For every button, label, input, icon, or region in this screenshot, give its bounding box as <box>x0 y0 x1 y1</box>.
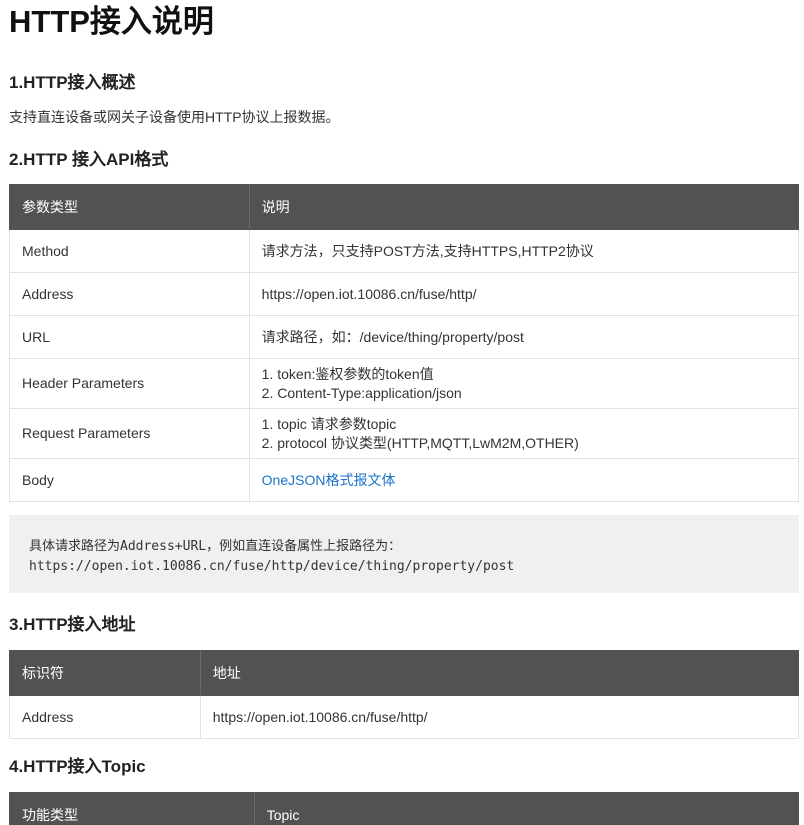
param-key: Method <box>9 229 250 273</box>
section-1-text: 支持直连设备或网关子设备使用HTTP协议上报数据。 <box>9 109 340 125</box>
table-header-row: 标识符 地址 <box>9 650 800 696</box>
param-desc: 请求方法，只支持POST方法,支持HTTPS,HTTP2协议 <box>248 229 800 273</box>
param-key: URL <box>9 315 250 359</box>
section-2-heading: 2.HTTP 接入API格式 <box>9 150 169 169</box>
table-row: Body OneJSON格式报文体 <box>9 458 800 502</box>
section-3-heading: 3.HTTP接入地址 <box>9 615 136 634</box>
table-header-cell: 标识符 <box>9 650 201 696</box>
identifier-cell: Address <box>9 695 201 739</box>
param-desc: OneJSON格式报文体 <box>248 458 800 502</box>
page-title: HTTP接入说明 <box>9 4 214 39</box>
param-desc-line: 请求方法，只支持POST方法,支持HTTPS,HTTP2协议 <box>261 242 594 259</box>
param-desc-line: 2. protocol 协议类型(HTTP,MQTT,LwM2M,OTHER) <box>261 434 579 451</box>
table-header-cell: 功能类型 <box>9 792 255 825</box>
onejson-link[interactable]: OneJSON格式报文体 <box>262 472 396 488</box>
param-desc: https://open.iot.10086.cn/fuse/http/ <box>248 272 800 316</box>
table-header-cell: 说明 <box>248 184 800 230</box>
param-key: Request Parameters <box>9 408 250 459</box>
table-header-row: 功能类型 Topic <box>9 792 800 825</box>
table-header-cell: Topic <box>253 792 800 825</box>
api-format-table: 参数类型 说明 Method 请求方法，只支持POST方法,支持HTTPS,HT… <box>9 184 800 502</box>
table-header-row: 参数类型 说明 <box>9 184 800 230</box>
param-desc-line: https://open.iot.10086.cn/fuse/http/ <box>261 285 477 302</box>
param-desc: 1. topic 请求参数topic 2. protocol 协议类型(HTTP… <box>248 408 800 459</box>
param-desc: 请求路径，如：/device/thing/property/post <box>248 315 800 359</box>
param-desc-line: 2. Content-Type:application/json <box>261 384 462 401</box>
table-header-cell: 地址 <box>199 650 800 696</box>
param-desc-line: 请求路径，如：/device/thing/property/post <box>261 328 524 345</box>
note-line: 具体请求路径为Address+URL，例如直连设备属性上报路径为： <box>29 539 402 554</box>
table-row: URL 请求路径，如：/device/thing/property/post <box>9 315 800 359</box>
param-desc-line: 1. topic 请求参数topic <box>261 415 397 432</box>
table-row: Method 请求方法，只支持POST方法,支持HTTPS,HTTP2协议 <box>9 229 800 273</box>
param-desc: 1. token:鉴权参数的token值 2. Content-Type:app… <box>248 358 800 409</box>
table-header-cell: 参数类型 <box>9 184 250 230</box>
param-desc-line: 1. token:鉴权参数的token值 <box>261 365 434 382</box>
address-table: 标识符 地址 Address https://open.iot.10086.cn… <box>9 650 800 739</box>
table-row: Request Parameters 1. topic 请求参数topic 2.… <box>9 408 800 459</box>
table-row: Address https://open.iot.10086.cn/fuse/h… <box>9 272 800 316</box>
table-row: Address https://open.iot.10086.cn/fuse/h… <box>9 695 800 739</box>
note-line: https://open.iot.10086.cn/fuse/http/devi… <box>29 559 515 574</box>
topic-table: 功能类型 Topic <box>9 792 800 825</box>
address-cell: https://open.iot.10086.cn/fuse/http/ <box>199 695 800 739</box>
table-row: Header Parameters 1. token:鉴权参数的token值 2… <box>9 358 800 409</box>
param-key: Body <box>9 458 250 502</box>
param-key: Header Parameters <box>9 358 250 409</box>
section-4-heading: 4.HTTP接入Topic <box>9 757 146 776</box>
param-key: Address <box>9 272 250 316</box>
path-example-note: 具体请求路径为Address+URL，例如直连设备属性上报路径为： https:… <box>9 515 799 593</box>
section-1-heading: 1.HTTP接入概述 <box>9 73 136 92</box>
